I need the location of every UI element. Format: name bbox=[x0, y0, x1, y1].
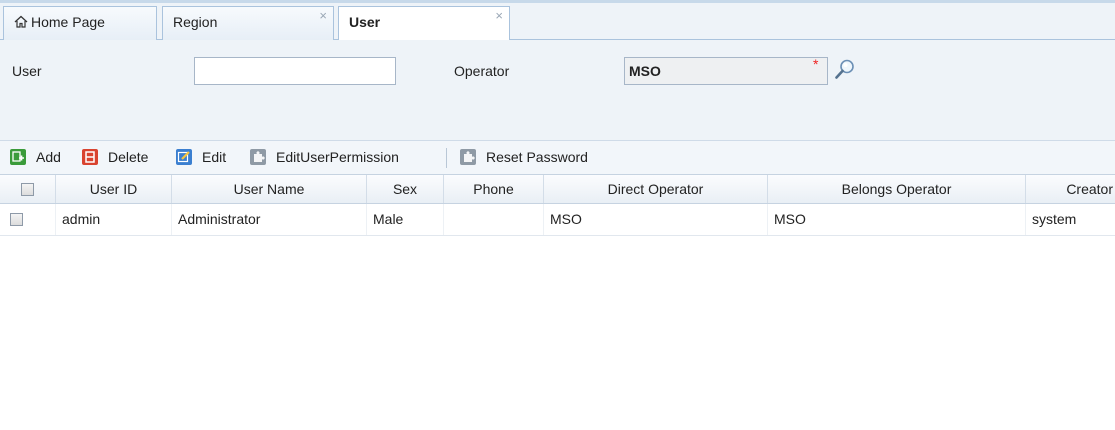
column-header-phone[interactable]: Phone bbox=[444, 175, 544, 203]
tab-region[interactable]: Region × bbox=[162, 6, 334, 42]
tab-bar: Home Page Region × User × bbox=[0, 0, 1115, 43]
cell-creator: system bbox=[1032, 211, 1077, 227]
close-icon[interactable]: × bbox=[319, 1, 327, 31]
user-filter-label: User bbox=[12, 63, 42, 79]
reset-password-label: Reset Password bbox=[486, 149, 588, 165]
cell-sex: Male bbox=[367, 204, 444, 235]
select-all-cell bbox=[0, 175, 56, 203]
reset-password-button[interactable]: Reset Password bbox=[460, 147, 620, 167]
puzzle-icon bbox=[460, 149, 476, 165]
column-header-user-name[interactable]: User Name bbox=[172, 175, 367, 203]
tab-label: User bbox=[349, 14, 381, 30]
column-header-direct-operator[interactable]: Direct Operator bbox=[544, 175, 768, 203]
row-select-cell bbox=[0, 204, 56, 235]
column-header-sex[interactable]: Sex bbox=[367, 175, 444, 203]
edit-button[interactable]: Edit bbox=[176, 147, 236, 167]
add-icon bbox=[10, 149, 26, 165]
delete-button[interactable]: Delete bbox=[82, 147, 166, 167]
select-all-checkbox[interactable] bbox=[21, 182, 34, 196]
user-filter-input[interactable] bbox=[194, 57, 396, 85]
row-checkbox[interactable] bbox=[10, 212, 23, 226]
cell-user-id: admin bbox=[56, 204, 172, 235]
delete-label: Delete bbox=[108, 149, 149, 165]
edit-user-permission-button[interactable]: EditUserPermission bbox=[250, 147, 435, 167]
tab-home-page[interactable]: Home Page bbox=[3, 6, 157, 42]
edit-label: Edit bbox=[202, 149, 227, 165]
tab-label: Region bbox=[173, 14, 218, 30]
column-header-creator[interactable]: Creator bbox=[1026, 175, 1115, 203]
required-mark: * bbox=[813, 56, 819, 72]
column-header-belongs-operator[interactable]: Belongs Operator bbox=[768, 175, 1026, 203]
column-header-user-id[interactable]: User ID bbox=[56, 175, 172, 203]
edit-user-permission-label: EditUserPermission bbox=[276, 149, 399, 165]
cell-belongs-operator: MSO bbox=[768, 204, 1026, 235]
table-header: User ID User Name Sex Phone Direct Opera… bbox=[0, 174, 1115, 204]
close-icon[interactable]: × bbox=[495, 1, 503, 31]
cell-phone bbox=[444, 204, 544, 235]
puzzle-icon bbox=[250, 149, 266, 165]
magnifier-icon[interactable] bbox=[834, 58, 856, 80]
delete-icon bbox=[82, 149, 98, 165]
toolbar-separator bbox=[446, 148, 447, 168]
table-row[interactable]: admin Administrator Male MSO MSO system bbox=[0, 204, 1115, 236]
tab-user[interactable]: User × bbox=[338, 6, 510, 43]
filter-panel: User Operator * bbox=[0, 40, 1115, 140]
toolbar: Add Delete Edit EditUserPermission Reset… bbox=[0, 140, 1115, 174]
edit-icon bbox=[176, 149, 192, 165]
cell-user-name: Administrator bbox=[172, 204, 367, 235]
add-button[interactable]: Add bbox=[10, 147, 72, 167]
operator-field[interactable] bbox=[624, 57, 828, 85]
cell-direct-operator: MSO bbox=[544, 204, 768, 235]
operator-filter-label: Operator bbox=[454, 63, 510, 79]
home-icon bbox=[14, 15, 28, 28]
tab-label: Home Page bbox=[31, 14, 105, 30]
add-label: Add bbox=[36, 149, 61, 165]
